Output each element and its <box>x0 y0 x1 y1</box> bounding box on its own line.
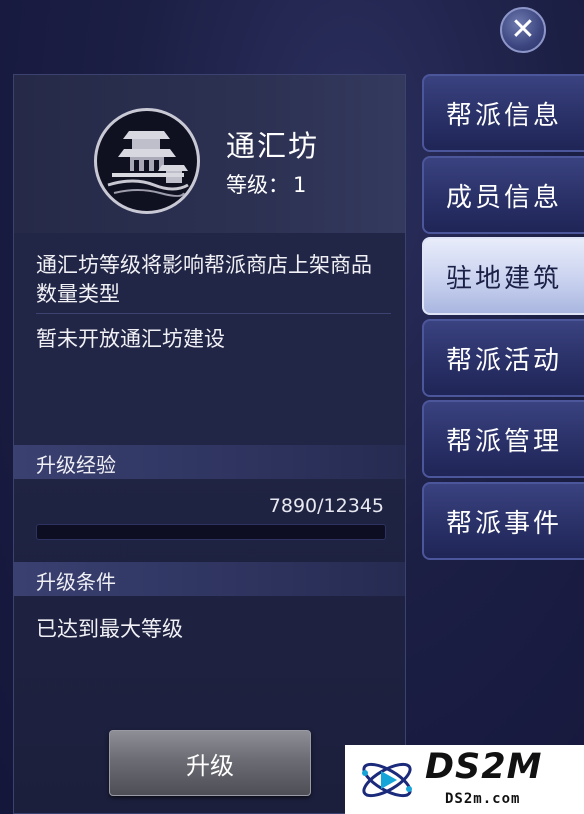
tab-buildings[interactable]: 驻地建筑 <box>422 237 584 315</box>
tab-label: 帮派事件 <box>445 508 562 539</box>
experience-value: 7890/12345 <box>268 495 384 517</box>
tab-label: 驻地建筑 <box>445 263 562 294</box>
upgrade-condition-text: 已达到最大等级 <box>36 617 183 641</box>
description-box: 通汇坊等级将影响帮派商店上架商品数量类型 暂未开放通汇坊建设 <box>14 233 405 445</box>
building-level: 等级： 1 <box>226 169 306 199</box>
tab-guild-activities[interactable]: 帮派活动 <box>422 319 584 397</box>
watermark-text: DS2M <box>425 747 543 787</box>
watermark-logo-icon <box>362 762 412 798</box>
experience-progress-bar <box>36 524 386 540</box>
conditions-section-title: 升级条件 <box>36 570 116 594</box>
building-emblem-icon <box>94 108 200 214</box>
experience-section-header: 升级经验 <box>14 445 405 479</box>
building-header: 通汇坊 等级： 1 <box>14 75 405 233</box>
close-button[interactable]: ✕ <box>500 7 546 53</box>
building-detail-panel: 通汇坊 等级： 1 通汇坊等级将影响帮派商店上架商品数量类型 暂未开放通汇坊建设 … <box>13 74 406 814</box>
experience-section-title: 升级经验 <box>36 453 116 477</box>
close-icon: ✕ <box>510 12 536 47</box>
tab-label: 帮派活动 <box>445 345 562 376</box>
upgrade-button[interactable]: 升级 <box>109 730 311 796</box>
conditions-section-header: 升级条件 <box>14 562 405 596</box>
construction-status: 暂未开放通汇坊建设 <box>36 327 225 351</box>
tab-guild-info[interactable]: 帮派信息 <box>422 74 584 152</box>
tab-label: 帮派信息 <box>445 100 562 131</box>
tab-member-info[interactable]: 成员信息 <box>422 156 584 234</box>
tab-guild-events[interactable]: 帮派事件 <box>422 482 584 560</box>
tab-label: 帮派管理 <box>445 426 562 457</box>
watermark: DS2M DS2m.com <box>345 745 584 814</box>
tab-guild-management[interactable]: 帮派管理 <box>422 400 584 478</box>
watermark-url: DS2m.com <box>445 791 521 807</box>
building-title: 通汇坊 <box>226 129 320 163</box>
tab-label: 成员信息 <box>445 182 562 213</box>
divider <box>36 313 391 314</box>
level-value: 1 <box>293 173 307 197</box>
level-label: 等级： <box>226 173 289 197</box>
upgrade-button-label: 升级 <box>186 751 234 780</box>
building-description: 通汇坊等级将影响帮派商店上架商品数量类型 <box>36 253 372 306</box>
